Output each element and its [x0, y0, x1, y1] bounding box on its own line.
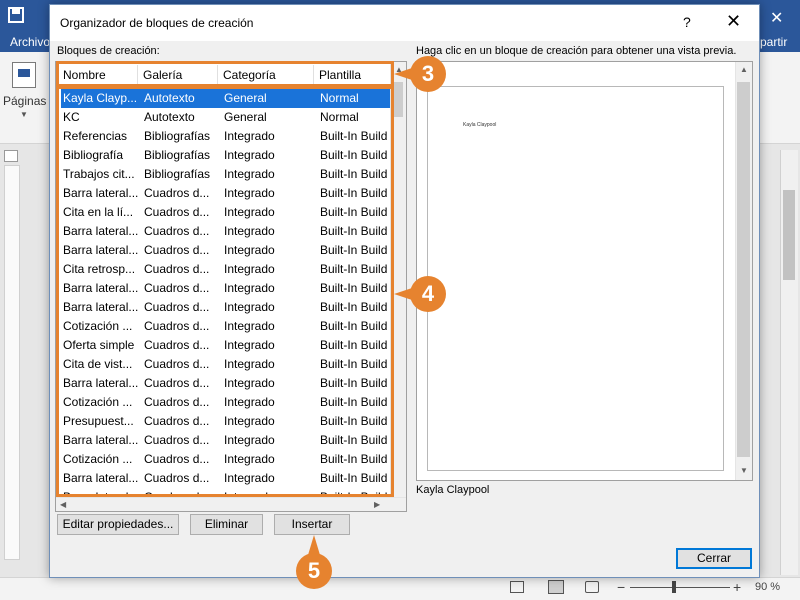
share-button-label[interactable]: partir — [760, 35, 787, 49]
pages-icon[interactable] — [12, 62, 36, 88]
dialog-titlebar: Organizador de bloques de creación ? ✕ — [50, 5, 759, 41]
pages-label[interactable]: Páginas — [3, 94, 46, 108]
blocks-label: Bloques de creación: — [57, 45, 160, 57]
list-scrollbar-thumb[interactable] — [393, 82, 403, 117]
zoom-level[interactable]: 90 % — [755, 581, 780, 593]
zoom-slider-handle[interactable] — [672, 581, 676, 593]
dialog-title: Organizador de bloques de creación — [60, 16, 254, 30]
edit-properties-button[interactable]: Editar propiedades... — [57, 514, 179, 535]
print-layout-icon[interactable] — [548, 580, 564, 594]
scroll-up-icon[interactable]: ▲ — [740, 65, 748, 74]
callout-badge-3: 3 — [410, 56, 446, 92]
save-icon[interactable] — [8, 7, 24, 23]
web-layout-icon[interactable] — [585, 581, 599, 593]
callout-badge-5: 5 — [296, 553, 332, 589]
list-highlight — [56, 86, 394, 497]
preview-label: Haga clic en un bloque de creación para … — [416, 45, 737, 57]
callout-badge-4: 4 — [410, 276, 446, 312]
close-icon[interactable]: ✕ — [726, 11, 741, 32]
preview-page: Kayla Claypool — [427, 86, 724, 471]
read-mode-icon[interactable] — [510, 581, 524, 593]
help-icon[interactable]: ? — [683, 14, 691, 30]
insert-button[interactable]: Insertar — [274, 514, 350, 535]
zoom-slider-track[interactable] — [630, 587, 730, 588]
preview-caption: Kayla Claypool — [416, 484, 490, 496]
callout-pointer — [308, 535, 320, 555]
scroll-right-icon[interactable]: ▶ — [374, 500, 380, 509]
header-highlight — [56, 61, 394, 87]
document-scrollbar-thumb[interactable] — [783, 190, 795, 280]
window-close-icon[interactable]: ✕ — [770, 8, 783, 28]
scroll-left-icon[interactable]: ◀ — [60, 500, 66, 509]
preview-text: Kayla Claypool — [463, 122, 497, 128]
close-button[interactable]: Cerrar — [676, 548, 752, 569]
vertical-ruler — [4, 165, 20, 560]
tab-stop-selector[interactable] — [4, 150, 18, 162]
list-horizontal-scrollbar[interactable]: ◀ ▶ — [56, 497, 406, 511]
preview-scrollbar-thumb[interactable] — [737, 82, 750, 457]
delete-button[interactable]: Eliminar — [190, 514, 263, 535]
preview-pane: Kayla Claypool ▲ ▼ — [416, 61, 753, 481]
chevron-down-icon[interactable]: ▼ — [20, 110, 28, 119]
status-bar — [0, 577, 800, 600]
tab-file[interactable]: Archivo — [10, 35, 50, 49]
zoom-out-button[interactable]: − — [617, 579, 625, 595]
scroll-down-icon[interactable]: ▼ — [740, 466, 748, 475]
zoom-in-button[interactable]: + — [733, 579, 741, 595]
